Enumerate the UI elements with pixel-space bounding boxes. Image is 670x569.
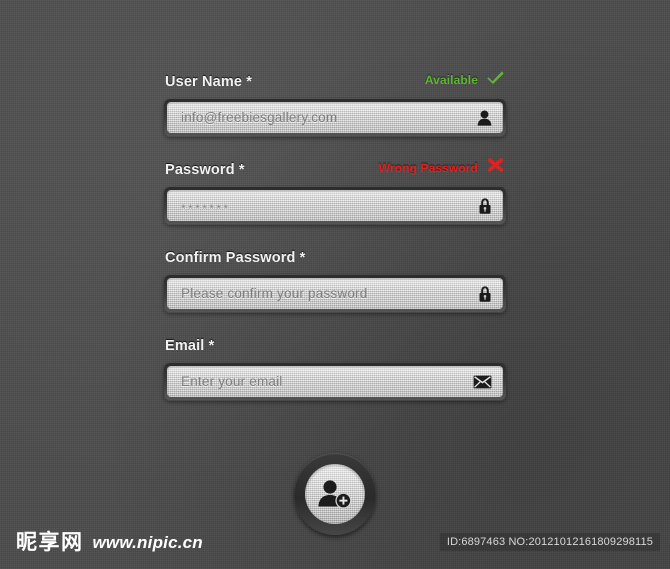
field-header-email: Email *	[164, 332, 506, 354]
status-text-available: Available	[424, 73, 478, 87]
footer-id-text: ID:6897463 NO:20121012161809298115	[439, 533, 660, 551]
lock-icon	[478, 285, 492, 302]
field-group-email: Email * Enter your email	[164, 332, 506, 400]
status-badge-password: Wrong Password	[379, 157, 504, 178]
input-shell-password[interactable]: *******	[164, 187, 506, 224]
envelope-icon	[473, 375, 492, 389]
field-label-username: User Name *	[165, 74, 253, 90]
submit-signup-button[interactable]	[294, 453, 376, 535]
password-input-value: *******	[181, 201, 231, 216]
confirm-password-input-placeholder: Please confirm your password	[181, 286, 368, 301]
footer-watermark: 昵享网 www.nipic.cn	[16, 532, 203, 553]
email-input-placeholder: Enter your email	[181, 374, 283, 389]
username-input-value: info@freebiesgallery.com	[181, 110, 338, 125]
field-header-confirm-password: Confirm Password *	[164, 244, 506, 266]
field-label-password: Password *	[165, 162, 245, 178]
field-header-password: Password * Wrong Password	[164, 156, 506, 178]
signup-form: User Name * Available info@freebiesgalle…	[164, 68, 506, 420]
field-label-email: Email *	[165, 338, 215, 354]
email-input[interactable]: Enter your email	[167, 366, 503, 397]
lock-icon	[478, 197, 492, 214]
input-shell-email[interactable]: Enter your email	[164, 363, 506, 400]
field-group-username: User Name * Available info@freebiesgalle…	[164, 68, 506, 136]
confirm-password-input[interactable]: Please confirm your password	[167, 278, 503, 309]
input-shell-username[interactable]: info@freebiesgallery.com	[164, 99, 506, 136]
field-header-username: User Name * Available	[164, 68, 506, 90]
username-input[interactable]: info@freebiesgallery.com	[167, 102, 503, 133]
status-text-wrong-password: Wrong Password	[378, 160, 478, 175]
cross-icon	[487, 157, 504, 178]
user-icon	[477, 110, 492, 126]
input-shell-confirm-password[interactable]: Please confirm your password	[164, 275, 506, 312]
field-group-confirm-password: Confirm Password * Please confirm your p…	[164, 244, 506, 312]
watermark-logo-text: 昵享网	[16, 530, 84, 554]
watermark-url-text: www.nipic.cn	[92, 532, 203, 552]
field-label-confirm-password: Confirm Password *	[165, 250, 306, 266]
password-input[interactable]: *******	[167, 190, 503, 221]
check-icon	[487, 70, 504, 90]
status-badge-username: Available	[425, 70, 504, 90]
field-group-password: Password * Wrong Password *******	[164, 156, 506, 224]
submit-button-face	[305, 464, 365, 524]
add-user-icon	[317, 479, 353, 509]
